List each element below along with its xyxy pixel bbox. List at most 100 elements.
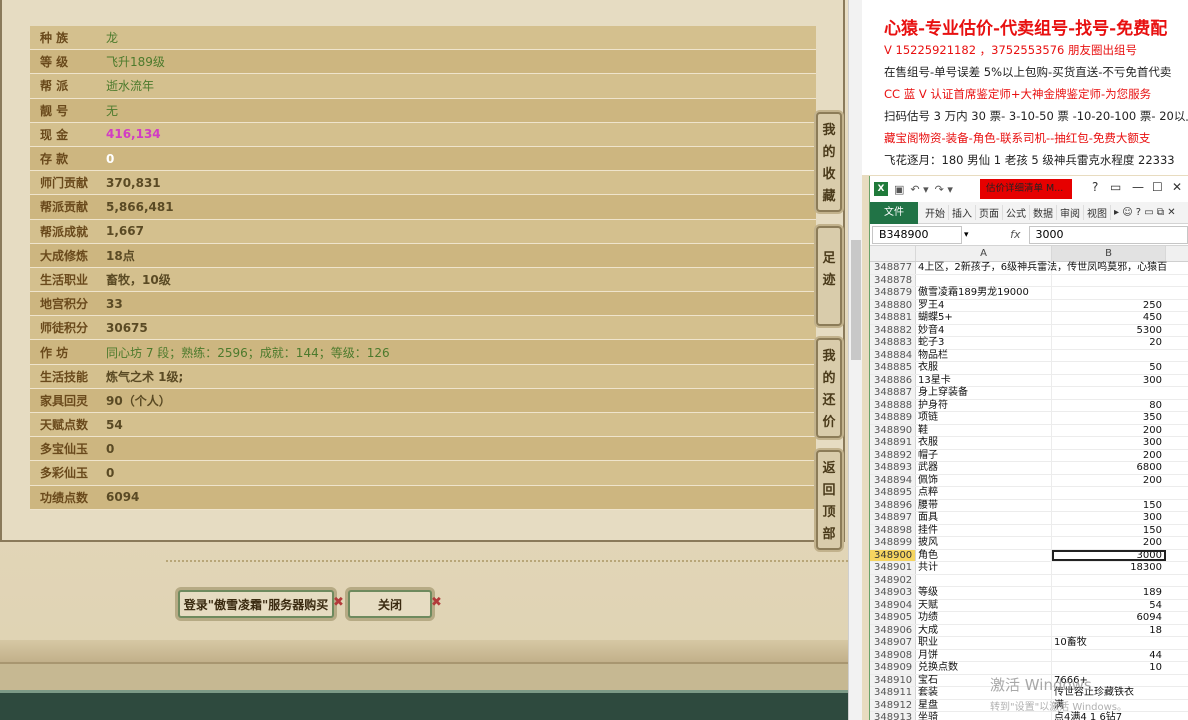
cell-b[interactable]: 450	[1052, 312, 1166, 324]
row-number[interactable]: 348909	[870, 662, 916, 674]
cell-b[interactable]: 44	[1052, 650, 1166, 662]
row-number[interactable]: 348897	[870, 512, 916, 524]
row-number[interactable]: 348878	[870, 274, 916, 286]
ribbon-tab[interactable]: 页面	[976, 205, 1003, 220]
ribbon-tab[interactable]: 开始	[922, 205, 949, 220]
cell-b[interactable]: 200	[1052, 450, 1166, 462]
row-number[interactable]: 348877	[870, 262, 916, 274]
cell-a[interactable]: 角色	[916, 549, 1052, 561]
row-number[interactable]: 348902	[870, 574, 916, 586]
cell-b[interactable]: 3000	[1052, 549, 1166, 561]
cell-a[interactable]: 项链	[916, 412, 1052, 424]
column-header-a[interactable]: A	[916, 246, 1052, 261]
cell-a[interactable]: 坐骑	[916, 712, 1052, 720]
cell-a[interactable]: 罗王4	[916, 299, 1052, 311]
row-number[interactable]: 348898	[870, 524, 916, 536]
column-header-b[interactable]: B	[1052, 246, 1166, 261]
row-number[interactable]: 348904	[870, 599, 916, 611]
cell-a[interactable]: 月饼	[916, 649, 1052, 661]
my-bargain-button[interactable]: 我的还价	[816, 338, 842, 438]
cell-b[interactable]: 189	[1052, 587, 1166, 599]
close-icon[interactable]: ✕	[1172, 180, 1182, 194]
formula-input[interactable]: 3000	[1028, 225, 1188, 244]
cell-a[interactable]: 蛇子3	[916, 337, 1052, 349]
cell-a[interactable]: 傲雪凌霜189男龙19000	[916, 287, 1052, 299]
cell-a[interactable]: 天赋	[916, 599, 1052, 611]
cell-b[interactable]: 6094	[1052, 612, 1166, 624]
cell-b[interactable]	[1052, 487, 1166, 499]
cell-b[interactable]: 200	[1052, 425, 1166, 437]
row-number[interactable]: 348879	[870, 287, 916, 299]
row-number[interactable]: 348886	[870, 374, 916, 386]
row-number[interactable]: 348892	[870, 449, 916, 461]
name-box[interactable]: B348900	[872, 225, 962, 244]
cell-b[interactable]: 10	[1052, 662, 1166, 674]
row-number[interactable]: 348887	[870, 387, 916, 399]
redo-icon[interactable]: ↷ ▾	[935, 183, 953, 196]
row-number[interactable]: 348910	[870, 674, 916, 686]
row-number[interactable]: 348890	[870, 424, 916, 436]
cell-a[interactable]: 衣服	[916, 437, 1052, 449]
ribbon-tab[interactable]: 公式	[1003, 205, 1030, 220]
cell-b[interactable]: 10畜牧	[1052, 637, 1166, 649]
row-number[interactable]: 348912	[870, 699, 916, 711]
fx-icon[interactable]: fx	[969, 228, 1029, 241]
cell-a[interactable]: 披风	[916, 537, 1052, 549]
row-number[interactable]: 348906	[870, 624, 916, 636]
row-number[interactable]: 348891	[870, 437, 916, 449]
cell-a[interactable]: 共计	[916, 562, 1052, 574]
row-number[interactable]: 348903	[870, 587, 916, 599]
cell-b[interactable]: 300	[1052, 375, 1166, 387]
cell-a[interactable]	[916, 574, 1052, 586]
row-number[interactable]: 348884	[870, 349, 916, 361]
row-number[interactable]: 348899	[870, 537, 916, 549]
help-icon[interactable]: ?	[1092, 180, 1098, 194]
cell-b[interactable]: 5300	[1052, 325, 1166, 337]
cell-b[interactable]: 300	[1052, 512, 1166, 524]
cell-a[interactable]: 职业	[916, 637, 1052, 649]
cell-b[interactable]	[1052, 387, 1166, 399]
my-favorites-button[interactable]: 我的收藏	[816, 112, 842, 212]
cell-a[interactable]: 功绩	[916, 612, 1052, 624]
cell-a[interactable]: 帽子	[916, 449, 1052, 461]
row-number[interactable]: 348885	[870, 362, 916, 374]
ribbon-tab[interactable]: 视图	[1084, 205, 1111, 220]
cell-b[interactable]: 18	[1052, 625, 1166, 637]
cell-b[interactable]	[1052, 575, 1166, 587]
save-icon[interactable]: ▣	[894, 183, 904, 196]
row-number[interactable]: 348900	[870, 549, 916, 561]
cell-a[interactable]: 蝴蝶5+	[916, 312, 1052, 324]
cell-a[interactable]: 等级	[916, 587, 1052, 599]
login-server-buy-button[interactable]: 登录"傲雪凌霜"服务器购买	[178, 590, 334, 618]
row-number[interactable]: 348908	[870, 649, 916, 661]
cell-a[interactable]: 武器	[916, 462, 1052, 474]
ribbon-more-icon[interactable]: ▸ ☺ ? ▭ ⧉ ✕	[1111, 207, 1179, 218]
page-scrollbar[interactable]	[848, 0, 862, 720]
undo-icon[interactable]: ↶ ▾	[910, 183, 928, 196]
scrollbar-thumb[interactable]	[851, 240, 861, 360]
row-number[interactable]: 348895	[870, 487, 916, 499]
cell-a[interactable]: 13星卡	[916, 374, 1052, 386]
row-number[interactable]: 348894	[870, 474, 916, 486]
cell-b[interactable]: 80	[1052, 400, 1166, 412]
row-number[interactable]: 348911	[870, 687, 916, 699]
close-button[interactable]: 关闭	[348, 590, 432, 618]
row-number[interactable]: 348893	[870, 462, 916, 474]
cell-b[interactable]: 200	[1052, 537, 1166, 549]
cell-a[interactable]	[916, 274, 1052, 286]
cell-b[interactable]: 54	[1052, 600, 1166, 612]
cell-a[interactable]: 护身符	[916, 399, 1052, 411]
row-number[interactable]: 348913	[870, 712, 916, 720]
row-number[interactable]: 348881	[870, 312, 916, 324]
cell-a[interactable]: 物品栏	[916, 349, 1052, 361]
row-number[interactable]: 348883	[870, 337, 916, 349]
row-number[interactable]: 348882	[870, 324, 916, 336]
cell-a[interactable]: 挂件	[916, 524, 1052, 536]
cell-a[interactable]: 妙音4	[916, 324, 1052, 336]
ribbon-tab[interactable]: 插入	[949, 205, 976, 220]
minimize-icon[interactable]: —	[1132, 180, 1144, 194]
row-number[interactable]: 348880	[870, 299, 916, 311]
ribbon-tab[interactable]: 审阅	[1057, 205, 1084, 220]
back-to-top-button[interactable]: 返回顶部	[816, 450, 842, 550]
cell-b[interactable]	[1052, 350, 1166, 362]
